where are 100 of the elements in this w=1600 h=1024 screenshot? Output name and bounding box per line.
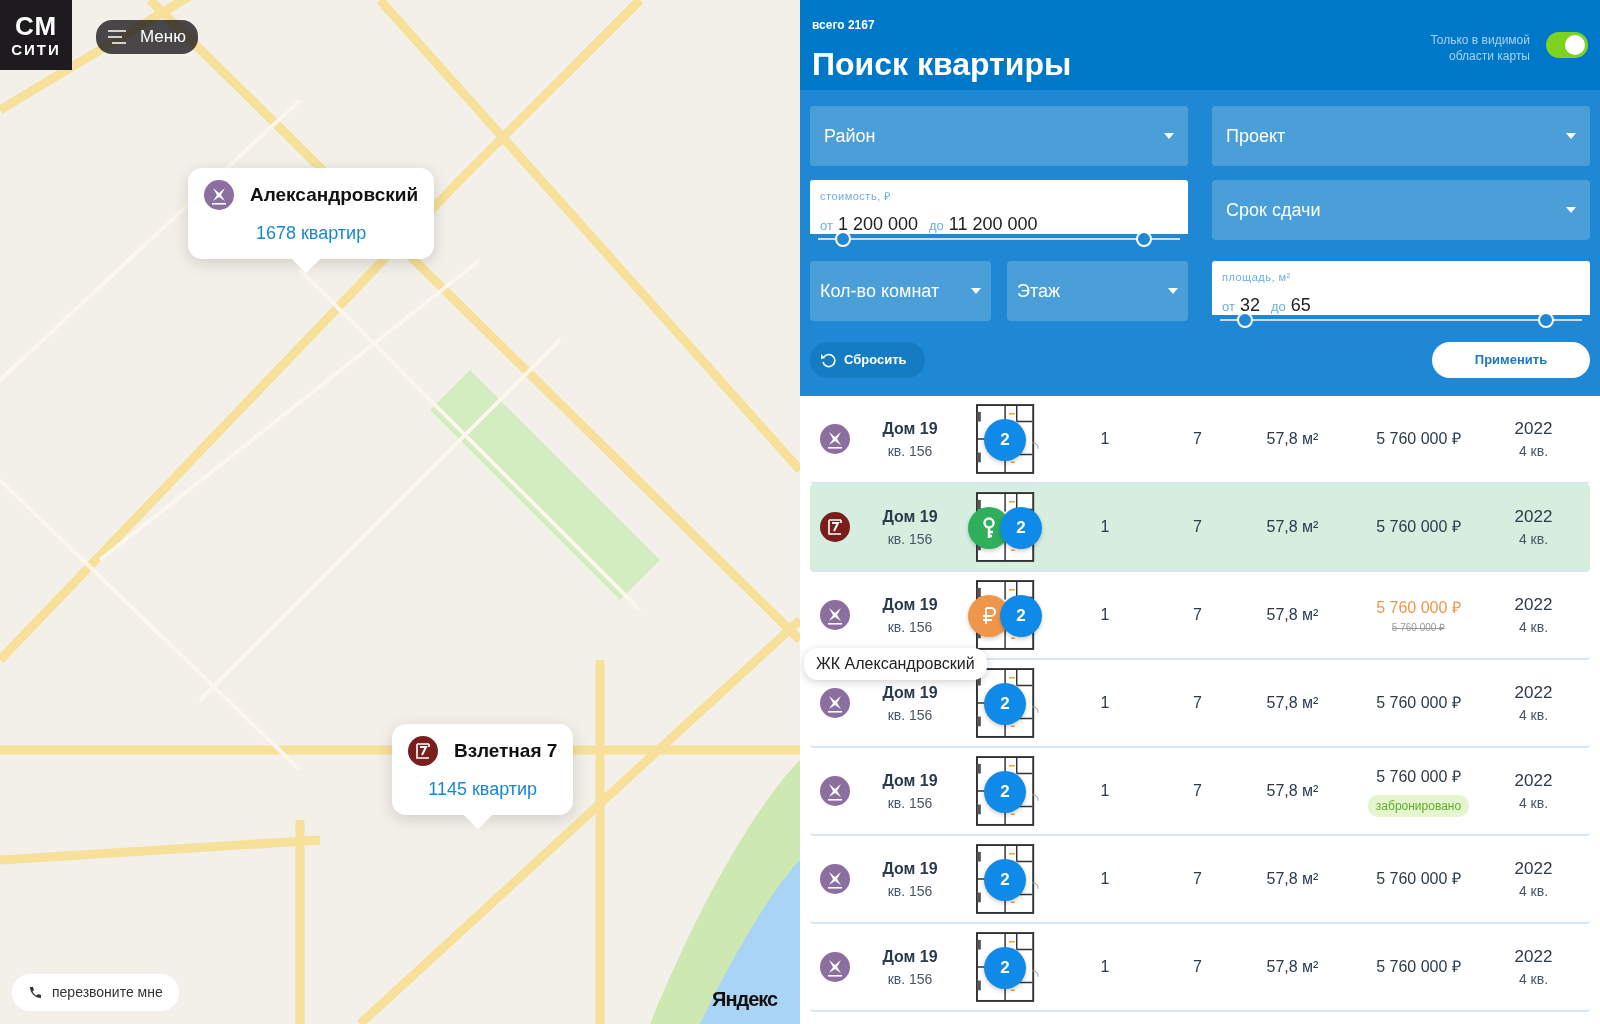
caret-icon [1168, 288, 1178, 294]
caret-icon [1566, 207, 1576, 213]
rooms-value: 1 [1099, 517, 1111, 537]
floor-value: 7 [1192, 429, 1203, 449]
apartment-count: 1678 квартир [255, 222, 367, 245]
apartment-row[interactable]: Дом 19 кв. 156 2 1 7 57,8 м² 5 760 000 ₽ 2022 4 кв. [810, 836, 1590, 924]
delivery-quarter: 4 кв. [1517, 706, 1550, 726]
price-value: 5 760 000 ₽ [1375, 869, 1462, 889]
price-value: 5 760 000 ₽ [1375, 693, 1462, 713]
price-value: 5 760 000 ₽ [1375, 429, 1462, 449]
floor-value: 7 [1192, 693, 1203, 713]
rooms-value: 1 [1099, 693, 1111, 713]
apartment-number: кв. 156 [886, 529, 934, 549]
floor-value: 7 [1192, 869, 1203, 889]
area-value: 57,8 м² [1265, 781, 1320, 801]
house-number: Дом 19 [881, 770, 939, 791]
delivery-quarter: 4 кв. [1517, 442, 1550, 462]
flower-logo-icon [820, 600, 850, 630]
callback-button[interactable]: перезвоните мне [12, 974, 179, 1011]
caret-icon [1566, 133, 1576, 139]
price-value: 5 760 000 ₽ [1375, 767, 1462, 787]
apartment-row[interactable]: Дом 19 кв. 156 2 1 7 57,8 м² 5 760 000 ₽ 2022 4 кв. [810, 924, 1590, 1012]
total-count: всего 2167 [812, 17, 876, 34]
apartment-number: кв. 156 [886, 793, 934, 813]
framed-logo-icon [820, 512, 850, 542]
house-number: Дом 19 [881, 682, 939, 703]
area-value: 57,8 м² [1265, 429, 1320, 449]
delivery-year: 2022 [1513, 505, 1554, 528]
house-number: Дом 19 [881, 418, 939, 439]
rooms-value: 1 [1099, 869, 1111, 889]
apartment-row[interactable]: Дом 19 кв. 156 2 1 7 57,8 м² 5 760 000 ₽ 2022 4 кв. [810, 484, 1590, 572]
range-label: площадь, м² [1222, 270, 1292, 285]
apply-button[interactable]: Применить [1432, 342, 1590, 378]
logo-text: СМ [14, 13, 58, 39]
apartment-number: кв. 156 [886, 441, 934, 461]
area-value: 57,8 м² [1265, 605, 1320, 625]
area-value: 57,8 м² [1265, 869, 1320, 889]
flower-logo-icon [820, 952, 850, 982]
project-tooltip: ЖК Александровский [804, 648, 987, 680]
range-from-label: от [1222, 297, 1235, 316]
reset-button[interactable]: Сбросить [810, 342, 925, 378]
delivery-year: 2022 [1513, 593, 1554, 616]
menu-icon [108, 29, 126, 44]
range-to-value: 65 [1290, 293, 1311, 317]
phone-icon [28, 986, 42, 999]
delivery-quarter: 4 кв. [1517, 882, 1550, 902]
menu-button[interactable]: Меню [96, 20, 198, 54]
delivery-year: 2022 [1513, 857, 1554, 880]
price-range-field[interactable]: стоимость, ₽ от 1 200 000 до 11 200 000 [810, 180, 1188, 234]
apartment-row[interactable]: Дом 19 кв. 156 2 1 7 57,8 м² 5 760 000 ₽ забронировано 2022 4 кв. [810, 748, 1590, 836]
area-range-field[interactable]: площадь, м² от 32 до 65 [1212, 261, 1590, 315]
slider-thumb[interactable] [1135, 231, 1152, 247]
area-value: 57,8 м² [1265, 517, 1320, 537]
caret-icon [971, 288, 981, 294]
ruble-icon [982, 606, 996, 626]
room-count-badge: 2 [1000, 595, 1042, 637]
range-to-label: до [1270, 297, 1286, 316]
range-to-value: 11 200 000 [948, 212, 1038, 236]
slider-thumb[interactable] [1237, 312, 1254, 328]
map-provider-logo: Яндекс [712, 987, 778, 1012]
house-number: Дом 19 [881, 858, 939, 879]
delivery-quarter: 4 кв. [1517, 970, 1550, 990]
range-label: стоимость, ₽ [820, 189, 892, 204]
room-count-badge: 2 [1000, 507, 1042, 549]
flower-logo-icon [820, 864, 850, 894]
price-value: 5 760 000 ₽ [1375, 597, 1462, 618]
project-name: Александровский [250, 182, 419, 207]
apartment-number: кв. 156 [886, 969, 934, 989]
floor-value: 7 [1192, 957, 1203, 977]
reset-icon [820, 352, 836, 368]
key-icon [982, 517, 996, 539]
price-value: 5 760 000 ₽ [1375, 957, 1462, 977]
apartment-number: кв. 156 [886, 881, 934, 901]
framed-logo-icon [408, 736, 438, 766]
area-value: 57,8 м² [1265, 957, 1320, 977]
flower-logo-icon [820, 424, 850, 454]
visible-area-toggle[interactable] [1546, 32, 1588, 58]
page-title: Поиск квартиры [812, 45, 1072, 84]
rooms-value: 1 [1099, 605, 1111, 625]
range-from-label: от [820, 216, 833, 235]
status-tag: забронировано [1367, 795, 1470, 817]
delivery-year: 2022 [1513, 945, 1554, 968]
delivery-year: 2022 [1513, 681, 1554, 704]
caret-icon [1164, 133, 1174, 139]
slider-thumb[interactable] [1537, 312, 1554, 328]
apartment-number: кв. 156 [886, 617, 934, 637]
flower-logo-icon [820, 688, 850, 718]
delivery-year: 2022 [1513, 417, 1554, 440]
project-name: Взлетная 7 [454, 738, 558, 763]
house-number: Дом 19 [881, 506, 939, 527]
house-number: Дом 19 [881, 594, 939, 615]
delivery-quarter: 4 кв. [1517, 530, 1550, 550]
slider-thumb[interactable] [835, 231, 852, 247]
range-from-value: 32 [1239, 293, 1260, 317]
toggle-label: Только в видимой области карты [1429, 32, 1530, 64]
range-to-label: до [929, 216, 944, 235]
delivery-quarter: 4 кв. [1517, 794, 1550, 814]
price-value: 5 760 000 ₽ [1375, 517, 1462, 537]
rooms-value: 1 [1099, 781, 1111, 801]
delivery-year: 2022 [1513, 769, 1554, 792]
